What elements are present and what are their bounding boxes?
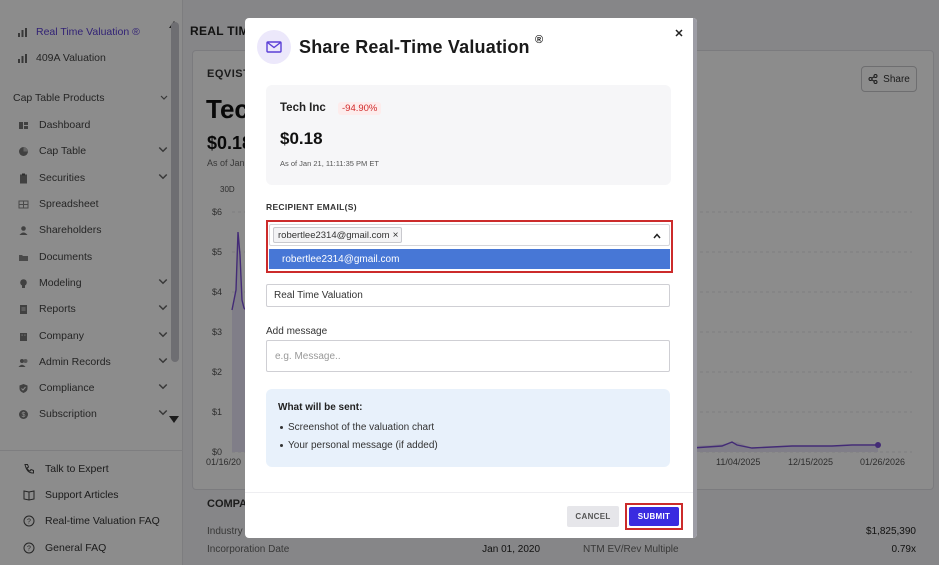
share-modal: Share Real-Time Valuation ® Tech Inc -94…: [245, 18, 697, 538]
modal-footer-divider: [245, 492, 697, 493]
add-message-label: Add message: [266, 326, 328, 337]
close-icon[interactable]: [672, 26, 686, 40]
submit-button[interactable]: SUBMIT: [629, 507, 679, 526]
dropdown-option-email[interactable]: robertlee2314@gmail.com: [269, 249, 670, 269]
remove-chip-icon[interactable]: ×: [393, 230, 399, 241]
send-box-title: What will be sent:: [278, 402, 363, 413]
send-item: Screenshot of the valuation chart: [280, 422, 434, 433]
preview-company-name: Tech Inc: [280, 102, 326, 114]
email-chip[interactable]: robertlee2314@gmail.com ×: [273, 227, 403, 243]
recipient-email-field[interactable]: robertlee2314@gmail.com ×: [269, 224, 670, 246]
submit-highlight: SUBMIT: [625, 503, 683, 530]
valuation-preview-card: Tech Inc -94.90% $0.18 As of Jan 21, 11:…: [266, 85, 671, 185]
modal-scrollbar[interactable]: [693, 18, 697, 538]
modal-title-text: Share Real-Time Valuation: [299, 37, 530, 57]
send-item: Your personal message (if added): [280, 440, 438, 451]
email-chip-label: robertlee2314@gmail.com: [278, 229, 390, 241]
preview-as-of: As of Jan 21, 11:11:35 PM ET: [280, 159, 379, 168]
recipient-email-label: RECIPIENT EMAIL(S): [266, 202, 357, 212]
what-will-be-sent-box: What will be sent: Screenshot of the val…: [266, 389, 670, 467]
bullet-icon: [280, 444, 283, 447]
preview-price: $0.18: [280, 129, 323, 148]
send-item-label: Your personal message (if added): [288, 440, 438, 451]
recipient-email-highlight: robertlee2314@gmail.com × robertlee2314@…: [266, 220, 673, 273]
mail-icon-badge: [257, 30, 291, 64]
preview-change-badge: -94.90%: [338, 102, 382, 115]
send-item-label: Screenshot of the valuation chart: [288, 422, 435, 433]
bullet-icon: [280, 426, 283, 429]
message-input[interactable]: [266, 340, 670, 372]
subject-field[interactable]: Real Time Valuation: [266, 284, 670, 307]
chevron-up-icon[interactable]: [652, 231, 662, 241]
registered-mark: ®: [534, 34, 544, 46]
cancel-button[interactable]: CANCEL: [567, 506, 619, 527]
modal-title: Share Real-Time Valuation ®: [299, 34, 544, 58]
mail-icon: [266, 41, 282, 53]
